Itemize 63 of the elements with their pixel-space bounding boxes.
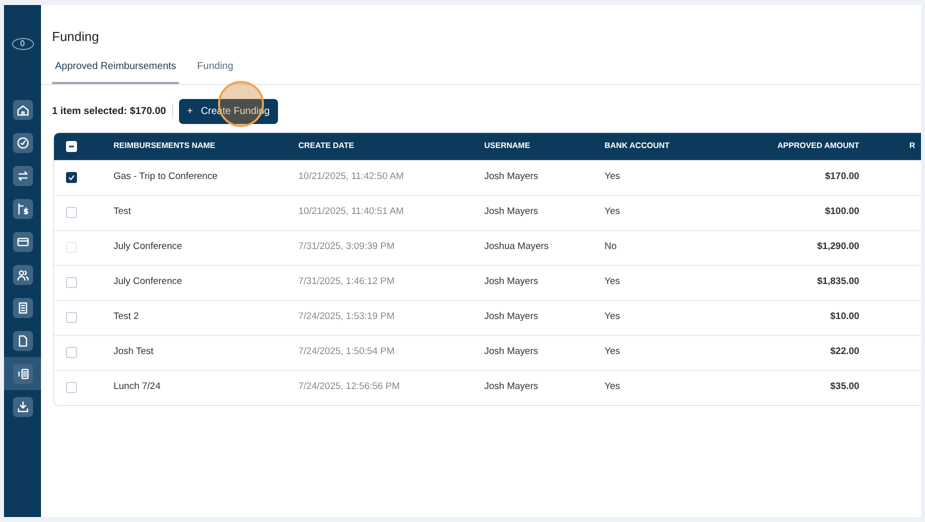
column-header: APPROVED AMOUNT bbox=[708, 132, 872, 160]
table-cell: Josh Mayers bbox=[484, 276, 538, 288]
table-cell: 7/24/2025, 1:50:54 PM bbox=[298, 346, 395, 358]
table-cell: Josh Test bbox=[113, 346, 154, 358]
table-cell: $100.00 bbox=[824, 206, 860, 218]
download-icon bbox=[16, 400, 30, 414]
users-icon bbox=[16, 268, 30, 282]
table-cell: Joshua Mayers bbox=[484, 241, 549, 252]
column-header: USERNAME bbox=[472, 132, 592, 160]
table-cell: Josh Mayers bbox=[484, 381, 538, 392]
table-cell: $170.00 bbox=[824, 171, 860, 182]
table-cell: 7/24/2025, 1:53:19 PM bbox=[298, 311, 395, 322]
table-cell: Yes bbox=[604, 346, 620, 358]
plus-icon: + bbox=[186, 104, 193, 118]
table-cell: Yes bbox=[604, 171, 620, 182]
table-cell: Yes bbox=[604, 206, 620, 218]
table-cell: July Conference bbox=[113, 241, 182, 252]
table-cell: 7/31/2025, 1:46:12 PM bbox=[298, 276, 395, 288]
table-cell: Josh Mayers bbox=[484, 311, 538, 322]
table-cell: Josh Mayers bbox=[484, 206, 538, 218]
swap-nav-button[interactable] bbox=[12, 166, 32, 186]
column-header: R bbox=[871, 132, 921, 160]
branch-dollar-nav-button[interactable] bbox=[12, 198, 32, 218]
row-checkbox[interactable] bbox=[66, 172, 77, 183]
users-nav-button[interactable] bbox=[12, 264, 32, 284]
table-cell: $1,290.00 bbox=[817, 241, 860, 252]
table-cell: No bbox=[604, 241, 617, 252]
column-header: BANK ACCOUNT bbox=[592, 132, 708, 160]
card-nav-button[interactable] bbox=[12, 232, 32, 252]
download-nav-button[interactable] bbox=[12, 396, 32, 416]
logo: 0 bbox=[12, 38, 34, 50]
page-title: Funding bbox=[52, 28, 100, 46]
check-icon bbox=[68, 174, 75, 181]
table-cell: 10/21/2025, 11:42:50 AM bbox=[298, 171, 404, 182]
column-header: CREATE DATE bbox=[286, 132, 472, 160]
selection-summary: 1 item selected: $170.00 bbox=[52, 104, 173, 118]
table-cell: 10/21/2025, 11:40:51 AM bbox=[298, 206, 404, 218]
home-nav-button[interactable] bbox=[12, 100, 32, 120]
table-cell: $22.00 bbox=[830, 346, 860, 358]
table-cell: July Conference bbox=[113, 276, 182, 288]
table-cell: Yes bbox=[604, 311, 620, 322]
swap-icon bbox=[16, 168, 30, 182]
table-cell: Test bbox=[113, 206, 131, 218]
document-nav-button[interactable] bbox=[12, 330, 32, 350]
column-header: REIMBURSEMENTS NAME bbox=[101, 132, 286, 160]
table-cell: Josh Mayers bbox=[484, 346, 538, 358]
branch-dollar-icon bbox=[16, 202, 30, 216]
table-cell: $10.00 bbox=[830, 311, 860, 322]
table-cell: $35.00 bbox=[830, 381, 860, 392]
table-cell: Test 2 bbox=[113, 311, 139, 322]
table-cell: 7/31/2025, 3:09:39 PM bbox=[298, 241, 395, 252]
table-cell: Yes bbox=[604, 381, 620, 392]
table-cell: Lunch 7/24 bbox=[113, 381, 160, 392]
home-icon bbox=[16, 102, 30, 116]
select-all-checkbox[interactable] bbox=[66, 140, 77, 152]
table-cell: $1,835.00 bbox=[817, 276, 860, 288]
building-nav-button[interactable] bbox=[12, 298, 32, 318]
tab[interactable]: Funding bbox=[194, 58, 236, 84]
tab[interactable]: Approved Reimbursements bbox=[52, 58, 180, 84]
table-cell: Gas - Trip to Conference bbox=[113, 171, 218, 182]
table-cell: 7/24/2025, 12:56:56 PM bbox=[298, 381, 400, 392]
table-cell: Josh Mayers bbox=[484, 171, 538, 182]
table-cell: Yes bbox=[604, 276, 620, 288]
